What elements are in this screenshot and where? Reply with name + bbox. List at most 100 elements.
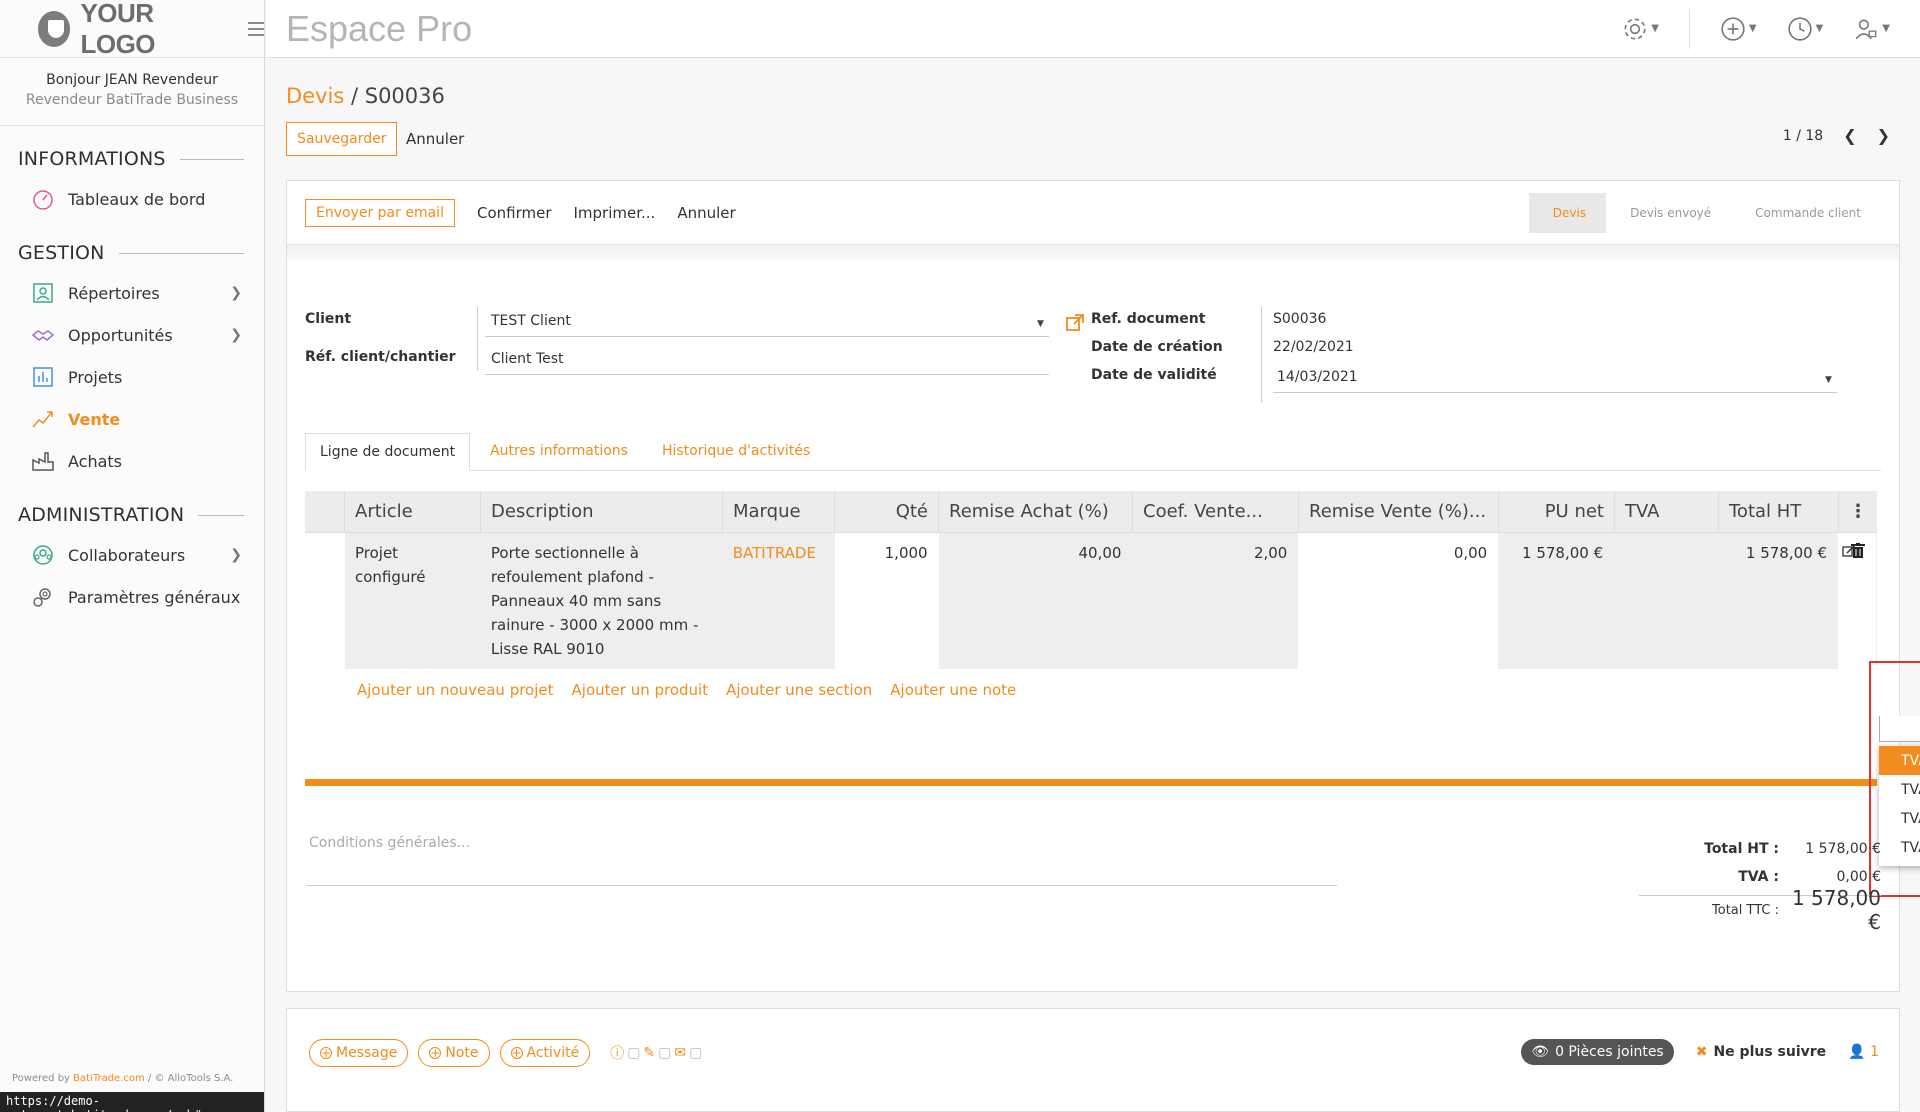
delete-icon[interactable]	[1851, 543, 1865, 563]
logo-text: YOUR LOGO	[80, 0, 156, 59]
chevron-down-icon: ▼	[1882, 23, 1890, 34]
cancel-button[interactable]: Annuler	[406, 122, 464, 156]
add-note-link[interactable]: Ajouter une note	[890, 681, 1016, 699]
sidebar-item-repertoires[interactable]: Répertoires ❯	[0, 272, 264, 314]
add-line-links: Ajouter un nouveau projet Ajouter un pro…	[357, 681, 1034, 699]
user-icon: 👤	[1848, 1044, 1866, 1060]
unfollow-label: Ne plus suivre	[1713, 1044, 1827, 1060]
column-description[interactable]: Description	[481, 491, 723, 532]
stage-devis-envoye[interactable]: Devis envoyé	[1606, 193, 1731, 233]
column-options-icon[interactable]: ⋮	[1839, 491, 1877, 532]
add-section-link[interactable]: Ajouter une section	[726, 681, 872, 699]
totals-block: Total HT : 1 578,00 € TVA : 0,00 € Total T…	[1609, 835, 1899, 934]
chevron-down-icon[interactable]: ▼	[1825, 375, 1832, 385]
section-gestion: GESTION	[0, 242, 264, 264]
settings-menu[interactable]: ▼	[1622, 16, 1659, 42]
note-button[interactable]: + Note	[418, 1039, 490, 1067]
print-button[interactable]: Imprimer...	[574, 204, 656, 222]
checkbox-icon[interactable]: ▢	[689, 1045, 702, 1061]
column-remise-vente[interactable]: Remise Vente (%)...	[1299, 491, 1499, 532]
stage-commande-client[interactable]: Commande client	[1731, 193, 1881, 233]
cell-marque[interactable]: BATITRADE	[722, 533, 835, 669]
doc-ref-value: S00036	[1273, 311, 1327, 327]
plus-circle-icon	[1721, 16, 1745, 41]
create-menu[interactable]: ▼	[1720, 16, 1757, 42]
validity-date-field[interactable]: 14/03/2021	[1277, 369, 1358, 385]
activity-menu[interactable]: ▼	[1787, 16, 1823, 42]
powered-by-link[interactable]: BatiTrade.com	[73, 1073, 145, 1084]
sidebar-item-vente[interactable]: Vente	[0, 398, 264, 440]
chevron-down-icon: ▼	[1748, 23, 1757, 34]
add-project-link[interactable]: Ajouter un nouveau projet	[357, 681, 554, 699]
user-menu[interactable]: ▼	[1853, 16, 1890, 42]
menu-toggle-icon[interactable]	[247, 21, 264, 36]
save-button[interactable]: Sauvegarder	[286, 122, 398, 156]
user-lock-icon	[1855, 19, 1877, 39]
sidebar-item-label: Projets	[68, 367, 123, 387]
followers-button[interactable]: 👤 1	[1848, 1044, 1879, 1060]
edit-icon[interactable]: ✎	[643, 1045, 655, 1061]
attachments-button[interactable]: 👁 0 Pièces jointes	[1521, 1039, 1674, 1065]
column-coef-vente[interactable]: Coef. Vente...	[1133, 491, 1299, 532]
sidebar-item-tableaux[interactable]: Tableaux de bord	[0, 178, 264, 220]
sidebar-item-opportunites[interactable]: Opportunités ❯	[0, 314, 264, 356]
tab-autres-informations[interactable]: Autres informations	[476, 432, 642, 470]
send-email-button[interactable]: Envoyer par email	[305, 198, 455, 227]
info-icon[interactable]: ⓘ	[610, 1043, 624, 1063]
column-qte[interactable]: Qté	[835, 491, 939, 532]
topbar: Espace Pro ▼ ▼ ▼ ▼	[266, 0, 1920, 58]
table-row[interactable]: Projet configuré Porte sectionnelle à re…	[305, 533, 1877, 669]
powered-by: Powered by BatiTrade.com / © AlloTools S…	[12, 1073, 233, 1084]
confirm-button[interactable]: Confirmer	[477, 204, 552, 222]
sales-icon	[30, 406, 56, 432]
client-field[interactable]: TEST Client	[491, 313, 571, 329]
document-card: Envoyer par email Confirmer Imprimer... …	[286, 180, 1920, 992]
sidebar-item-achats[interactable]: Achats	[0, 440, 264, 482]
cell-coef-vente: 2,00	[1132, 533, 1299, 669]
tab-historique[interactable]: Historique d'activités	[648, 432, 824, 470]
powered-by-text: Powered by	[12, 1073, 74, 1084]
tab-ligne-document[interactable]: Ligne de document	[305, 433, 471, 471]
column-pu-net[interactable]: PU net	[1499, 491, 1615, 532]
column-article[interactable]: Article	[345, 491, 481, 532]
cell-article: Projet configuré	[344, 533, 481, 669]
activity-button-label: Activité	[526, 1045, 580, 1061]
ref-client-field[interactable]: Client Test	[491, 351, 564, 367]
total-ttc-value: 1 578,00 €	[1791, 886, 1881, 934]
followers-count: 1	[1870, 1044, 1879, 1060]
conditions-field[interactable]: Conditions générales...	[309, 835, 470, 851]
sidebar-item-collaborateurs[interactable]: Collaborateurs ❯	[0, 534, 264, 576]
cell-tva[interactable]	[1614, 533, 1719, 669]
add-product-link[interactable]: Ajouter un produit	[572, 681, 709, 699]
activity-button[interactable]: + Activité	[499, 1039, 591, 1067]
envelope-icon[interactable]: ✉	[674, 1045, 686, 1061]
column-tva[interactable]: TVA	[1615, 491, 1719, 532]
next-record-icon[interactable]: ❯	[1877, 126, 1890, 145]
message-button-label: Message	[336, 1045, 398, 1061]
column-remise-achat[interactable]: Remise Achat (%)	[939, 491, 1133, 532]
cancel-quote-button[interactable]: Annuler	[677, 204, 735, 222]
external-link-icon[interactable]	[1065, 313, 1085, 337]
created-date-label: Date de création	[1091, 339, 1223, 355]
status-url: https://demo-extranet.batitrade.com/web#	[0, 1092, 264, 1112]
checkbox-icon[interactable]: ▢	[658, 1045, 671, 1061]
previous-record-icon[interactable]: ❮	[1843, 126, 1856, 145]
stage-devis[interactable]: Devis	[1528, 193, 1607, 233]
section-label: INFORMATIONS	[18, 148, 166, 170]
gears-icon	[30, 584, 56, 610]
created-date-value: 22/02/2021	[1273, 339, 1354, 355]
column-marque[interactable]: Marque	[723, 491, 835, 532]
sidebar-item-projets[interactable]: Projets	[0, 356, 264, 398]
column-total-ht[interactable]: Total HT	[1719, 491, 1839, 532]
sidebar-item-parametres[interactable]: Paramètres généraux	[0, 576, 264, 618]
message-button[interactable]: + Message	[309, 1039, 409, 1067]
chevron-right-icon: ❯	[230, 285, 242, 301]
checkbox-icon[interactable]: ▢	[627, 1045, 640, 1061]
logo-icon	[38, 10, 71, 47]
unfollow-button[interactable]: ✖ Ne plus suivre	[1696, 1044, 1826, 1060]
breadcrumb: Devis / S00036	[286, 84, 445, 108]
sidebar-item-label: Collaborateurs	[68, 545, 186, 565]
contacts-icon	[30, 280, 56, 306]
breadcrumb-devis-link[interactable]: Devis	[286, 84, 344, 108]
chevron-down-icon[interactable]: ▼	[1037, 319, 1044, 329]
